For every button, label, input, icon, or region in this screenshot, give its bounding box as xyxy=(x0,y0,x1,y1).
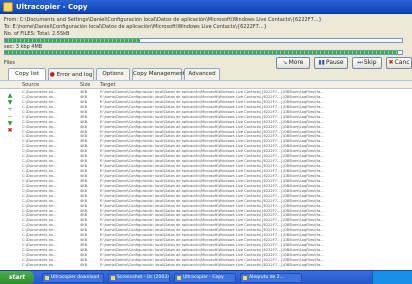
tab-label: Error and log xyxy=(56,72,93,78)
tab-advanced[interactable]: Advanced xyxy=(184,68,220,80)
window-title: Ultracopier - Copy xyxy=(16,3,88,11)
tab-label: Options xyxy=(102,71,124,77)
tab-copy-management[interactable]: Copy Management xyxy=(132,68,185,80)
task-app-icon xyxy=(243,276,247,280)
list-header: Source Size Target xyxy=(0,81,412,89)
column-source[interactable]: Source xyxy=(22,81,39,89)
more-icon: ↘ xyxy=(282,59,288,66)
total-progress-bar xyxy=(4,50,403,55)
start-button[interactable]: start xyxy=(0,271,34,284)
task-app-icon xyxy=(177,276,181,280)
task-label: Screenshot - Uc (2003) de... xyxy=(117,275,169,280)
skip-icon: ⏭ xyxy=(357,59,363,66)
cancel-icon: ✖ xyxy=(388,59,394,66)
app-icon xyxy=(3,2,13,12)
tab-options[interactable]: Options xyxy=(96,68,130,80)
tab-label: Copy list xyxy=(15,71,39,77)
taskbar-task[interactable]: Ultracopier - Copy xyxy=(174,273,236,283)
column-target[interactable]: Target xyxy=(100,81,115,89)
source-path: From: C:\Documents and Settings\Daniel\C… xyxy=(4,17,322,23)
tab-label: Advanced xyxy=(188,71,216,77)
list-rows: C:\Documents an... 4KB E:\home\Daniel\Conf… xyxy=(0,90,412,268)
column-size[interactable]: Size xyxy=(80,81,90,89)
tab-error-and-log[interactable]: ● Error and log xyxy=(48,68,94,80)
row-source: C:\Documents an... xyxy=(22,262,57,267)
files-section-label: Files xyxy=(4,60,15,66)
pause-icon: ▮▮ xyxy=(318,59,325,66)
row-size: 4KB xyxy=(80,262,88,267)
taskbar-task[interactable]: Screenshot - Uc (2003) de... xyxy=(108,273,170,283)
cancel-label: Canc xyxy=(394,59,410,66)
task-label: Ultracopier - Copy xyxy=(183,275,224,280)
tab-label: Copy Management xyxy=(133,71,185,77)
file-stats: No. of FILES: Total: 2.55kB xyxy=(4,31,70,37)
file-progress-bar xyxy=(4,38,403,43)
system-tray xyxy=(372,271,412,284)
task-app-icon xyxy=(111,276,115,280)
tab-bar: Copy list ● Error and log Options Copy M… xyxy=(0,68,412,81)
file-progress-fill xyxy=(5,39,140,42)
pause-label: Pause xyxy=(325,59,344,66)
task-label: Ultracopier download xyxy=(51,275,100,280)
title-bar[interactable]: Ultracopier - Copy xyxy=(0,0,412,14)
table-row[interactable]: C:\Documents an... 4KB E:\home\Daniel\Conf… xyxy=(0,263,412,268)
row-target: E:\home\Daniel\Configuración local\Datos… xyxy=(100,262,324,267)
more-label: More xyxy=(288,59,304,66)
error-icon: ● xyxy=(49,71,55,78)
ultracopier-window: Ultracopier - Copy From: C:\Documents an… xyxy=(0,0,412,270)
task-app-icon xyxy=(45,276,49,280)
destination-path: To: E:\home\Daniel\Configuración local\D… xyxy=(4,24,267,30)
skip-label: Skip xyxy=(363,59,377,66)
copy-list[interactable]: Source Size Target ▲ ▼ + − ▼ ✖ C:\Documents a… xyxy=(0,80,412,270)
task-label: Aleqrutu de 2... xyxy=(249,275,284,280)
taskbar-task[interactable]: Ultracopier download xyxy=(42,273,104,283)
total-progress-fill xyxy=(5,51,399,54)
taskbar: start Ultracopier download Screenshot - U… xyxy=(0,270,412,284)
taskbar-task[interactable]: Aleqrutu de 2... xyxy=(240,273,302,283)
